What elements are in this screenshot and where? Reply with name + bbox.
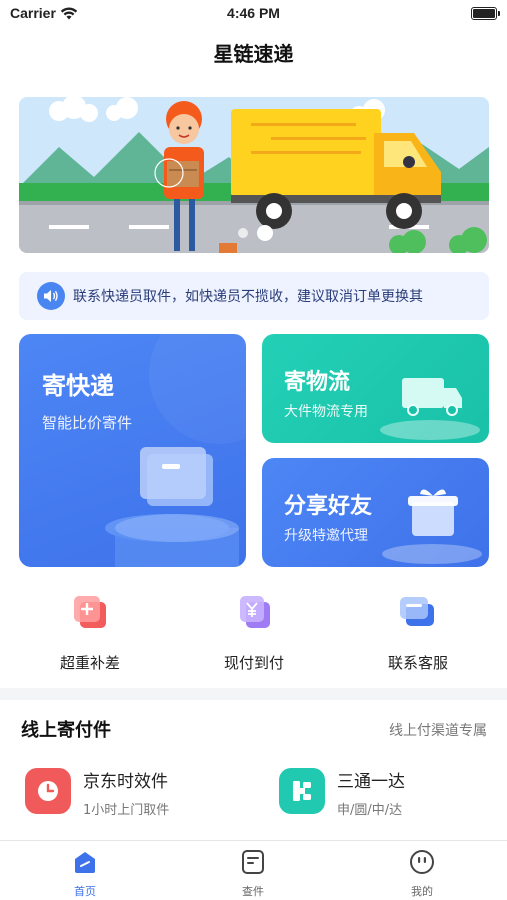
- section-note: 线上付渠道专属: [389, 723, 487, 739]
- support-icon: [398, 592, 438, 632]
- notice-text: 联系快递员取件，如快递员不揽收，建议取消订单更换其: [73, 289, 423, 305]
- yen-icon: [234, 592, 274, 632]
- service-jd-express[interactable]: 京东时效件 1小时上门取件: [25, 768, 169, 818]
- tab-label: 首页: [74, 885, 96, 898]
- section-title: 线上寄付件: [21, 720, 111, 741]
- service-name: 三通一达: [337, 772, 405, 792]
- quick-action-support[interactable]: 联系客服: [348, 592, 488, 673]
- banner-image[interactable]: [19, 97, 489, 253]
- notice-bar[interactable]: 联系快递员取件，如快递员不揽收，建议取消订单更换其: [19, 272, 489, 320]
- card-logistics-title: 寄物流: [284, 370, 351, 395]
- service-desc: 1小时上门取件: [83, 803, 170, 818]
- delivery-illustration: [19, 97, 489, 253]
- tab-profile[interactable]: 我的: [382, 849, 462, 899]
- battery-icon: [471, 7, 500, 20]
- card-send-subtitle: 智能比价寄件: [42, 414, 133, 432]
- grid-icon: [279, 768, 325, 814]
- search-doc-icon: [240, 849, 266, 875]
- home-icon: [72, 849, 98, 875]
- service-name: 京东时效件: [83, 772, 168, 792]
- tab-label: 我的: [411, 885, 433, 898]
- card-logistics-subtitle: 大件物流专用: [284, 404, 368, 420]
- service-santong-yida[interactable]: 三通一达 申/圆/中/达: [279, 768, 405, 818]
- service-desc: 申/圆/中/达: [337, 803, 403, 818]
- page-title: 星链速递: [213, 42, 294, 66]
- quick-action-label: 现付到付: [223, 654, 284, 672]
- plus-icon: [70, 592, 110, 632]
- clock-icon: [25, 768, 71, 814]
- section-divider: [0, 688, 507, 700]
- profile-icon: [409, 849, 435, 875]
- quick-action-label: 联系客服: [387, 654, 448, 672]
- card-share-title: 分享好友: [284, 494, 373, 519]
- share-friends-card[interactable]: 分享好友 升级特邀代理: [262, 458, 489, 567]
- card-share-subtitle: 升级特邀代理: [284, 528, 368, 544]
- quick-action-payment[interactable]: 现付到付: [184, 592, 324, 673]
- tab-home[interactable]: 首页: [45, 849, 125, 899]
- tab-track[interactable]: 查件: [213, 849, 293, 899]
- card-send-title: 寄快递: [42, 372, 114, 400]
- logistics-card[interactable]: 寄物流 大件物流专用: [262, 334, 489, 443]
- send-express-card[interactable]: 寄快递 智能比价寄件: [19, 334, 246, 567]
- status-bar: Carrier 4:46 PM: [0, 0, 507, 28]
- quick-action-overweight[interactable]: 超重补差: [20, 592, 160, 673]
- tab-label: 查件: [242, 885, 264, 898]
- tab-bar: 首页 查件 我的: [0, 840, 507, 900]
- status-time: 4:46 PM: [227, 5, 280, 21]
- quick-action-label: 超重补差: [59, 654, 120, 672]
- speaker-icon: [37, 282, 65, 310]
